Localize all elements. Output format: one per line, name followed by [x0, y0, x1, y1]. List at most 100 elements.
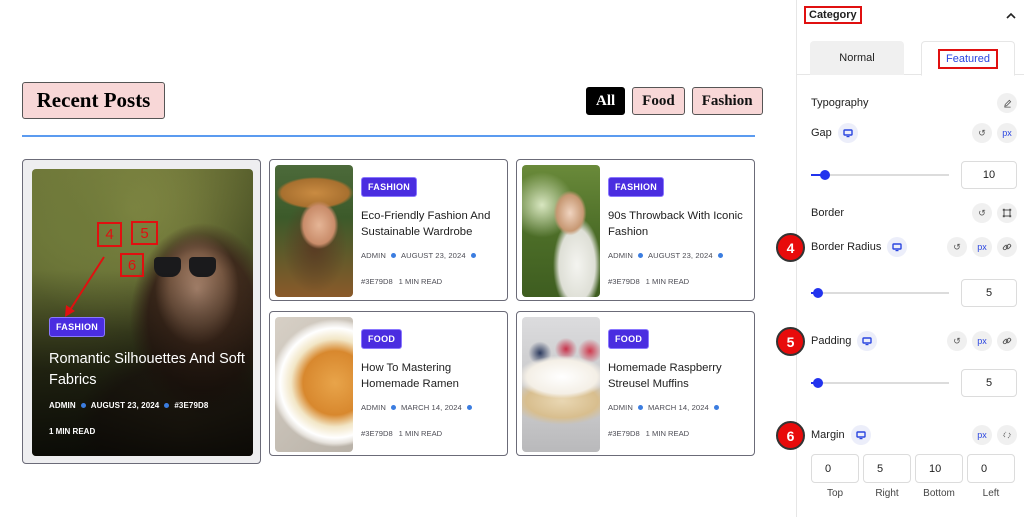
featured-post-card[interactable]: 4 5 6 FASHION Romantic Silhouettes And S…	[22, 159, 261, 464]
padding-label: Padding	[811, 335, 852, 347]
meta-dot-icon	[637, 253, 643, 258]
padding-slider[interactable]	[811, 378, 949, 388]
post-meta-secondary: #3E79D8 1 MIN READ	[608, 277, 748, 286]
meta-dot-icon	[466, 405, 472, 410]
post-meta: ADMIN AUGUST 23, 2024	[361, 251, 501, 260]
padding-row: Padding ↺ px	[811, 330, 1017, 352]
settings-panel: Category Normal Featured Typography Gap …	[796, 0, 1024, 517]
edit-pencil-icon[interactable]	[997, 93, 1017, 113]
margin-bottom-input[interactable]: 10	[915, 454, 963, 483]
margin-inputs: 0 Top 5 Right 10 Bottom 0 Left	[811, 454, 1017, 499]
margin-top-input[interactable]: 0	[811, 454, 859, 483]
reset-icon[interactable]: ↺	[972, 123, 992, 143]
margin-bottom-caption: Bottom	[923, 488, 955, 499]
category-tag[interactable]: FOOD	[608, 329, 650, 349]
unit-selector[interactable]: px	[972, 425, 992, 445]
annotation-box-6: 6	[120, 253, 144, 277]
post-author[interactable]: ADMIN	[361, 251, 386, 260]
filter-all-button[interactable]: All	[586, 87, 626, 115]
link-icon[interactable]	[997, 331, 1017, 351]
reset-icon[interactable]: ↺	[947, 237, 967, 257]
filter-fashion-button[interactable]: Fashion	[691, 87, 763, 115]
category-tag[interactable]: FASHION	[49, 317, 106, 337]
post-author[interactable]: ADMIN	[608, 403, 633, 412]
margin-row: Margin px	[811, 424, 1017, 446]
post-card[interactable]: FASHION 90s Throwback With Iconic Fashio…	[516, 159, 755, 301]
border-label: Border	[811, 207, 845, 219]
post-title[interactable]: Homemade Raspberry Streusel Muffins	[608, 360, 748, 392]
category-tag[interactable]: FOOD	[361, 329, 403, 349]
post-title[interactable]: Eco-Friendly Fashion And Sustainable War…	[361, 208, 501, 240]
slider-handle[interactable]	[812, 288, 823, 298]
tab-featured[interactable]: Featured	[921, 41, 1015, 76]
post-meta-secondary: #3E79D8 1 MIN READ	[608, 429, 748, 438]
category-filters: All Food Fashion	[586, 87, 763, 115]
post-title[interactable]: 90s Throwback With Iconic Fashion	[608, 208, 748, 240]
post-author[interactable]: ADMIN	[608, 251, 633, 260]
step-badge-4: 4	[776, 233, 805, 262]
post-card[interactable]: FASHION Eco-Friendly Fashion And Sustain…	[269, 159, 508, 301]
typography-label: Typography	[811, 97, 869, 109]
border-radius-value-input[interactable]: 5	[961, 279, 1017, 307]
post-date: AUGUST 23, 2024	[400, 251, 466, 260]
reset-icon[interactable]: ↺	[947, 331, 967, 351]
post-meta-secondary: #3E79D8 1 MIN READ	[361, 277, 501, 286]
post-title[interactable]: How To Mastering Homemade Ramen	[361, 360, 501, 392]
typography-row: Typography	[811, 92, 1017, 114]
annotation-box-4: 4	[97, 222, 122, 247]
margin-right-caption: Right	[875, 488, 899, 499]
post-title[interactable]: Romantic Silhouettes And Soft Fabrics	[49, 349, 249, 391]
desktop-device-icon[interactable]	[887, 237, 908, 257]
reset-icon[interactable]: ↺	[972, 203, 992, 223]
post-color-code: #3E79D8	[608, 277, 640, 286]
featured-post-content: FASHION Romantic Silhouettes And Soft Fa…	[49, 317, 249, 436]
margin-label: Margin	[811, 429, 845, 441]
meta-dot-icon	[80, 403, 86, 408]
post-author[interactable]: ADMIN	[361, 403, 386, 412]
unit-selector[interactable]: px	[972, 237, 992, 257]
step-badge-5: 5	[776, 327, 805, 356]
border-radius-slider[interactable]	[811, 288, 949, 298]
unlink-icon[interactable]	[997, 425, 1017, 445]
post-author[interactable]: ADMIN	[49, 401, 76, 410]
slider-handle[interactable]	[812, 378, 823, 388]
gap-value-input[interactable]: 10	[961, 161, 1017, 189]
padding-slider-row: 5	[811, 369, 1017, 397]
padding-value-input[interactable]: 5	[961, 369, 1017, 397]
style-tabs: Normal Featured	[797, 41, 1024, 76]
post-color-code: #3E79D8	[174, 401, 209, 410]
meta-dot-icon	[390, 253, 396, 258]
section-title: Category	[804, 6, 862, 24]
tab-featured-label: Featured	[937, 48, 999, 69]
margin-left-input[interactable]: 0	[967, 454, 1015, 483]
desktop-device-icon[interactable]	[850, 425, 871, 445]
desktop-device-icon[interactable]	[857, 331, 878, 351]
meta-dot-icon	[713, 405, 719, 410]
margin-right-input[interactable]: 5	[863, 454, 911, 483]
gap-row: Gap ↺ px	[811, 122, 1017, 144]
category-tag[interactable]: FASHION	[361, 177, 418, 197]
slider-handle[interactable]	[819, 170, 830, 180]
border-radius-row: Border Radius ↺ px	[811, 236, 1017, 258]
post-thumbnail	[522, 165, 600, 297]
post-card[interactable]: FOOD Homemade Raspberry Streusel Muffins…	[516, 311, 755, 456]
unit-selector[interactable]: px	[972, 331, 992, 351]
post-card[interactable]: FOOD How To Mastering Homemade Ramen ADM…	[269, 311, 508, 456]
post-color-code: #3E79D8	[361, 277, 393, 286]
gap-slider[interactable]	[811, 170, 949, 180]
desktop-device-icon[interactable]	[837, 123, 858, 143]
tab-normal[interactable]: Normal	[810, 41, 904, 75]
margin-top-caption: Top	[826, 488, 844, 499]
chevron-up-icon[interactable]	[1006, 12, 1016, 19]
post-grid-preview: Recent Posts All Food Fashion 4 5 6 FASH…	[0, 0, 796, 517]
filter-food-button[interactable]: Food	[632, 87, 685, 115]
post-meta: ADMIN MARCH 14, 2024	[361, 403, 501, 412]
unit-selector[interactable]: px	[997, 123, 1017, 143]
category-section-header[interactable]: Category	[804, 5, 1018, 25]
gap-slider-row: 10	[811, 161, 1017, 189]
link-icon[interactable]	[997, 237, 1017, 257]
post-date: MARCH 14, 2024	[647, 403, 709, 412]
category-tag[interactable]: FASHION	[608, 177, 665, 197]
border-style-icon[interactable]	[997, 203, 1017, 223]
post-meta-secondary: #3E79D8 1 MIN READ	[361, 429, 501, 438]
